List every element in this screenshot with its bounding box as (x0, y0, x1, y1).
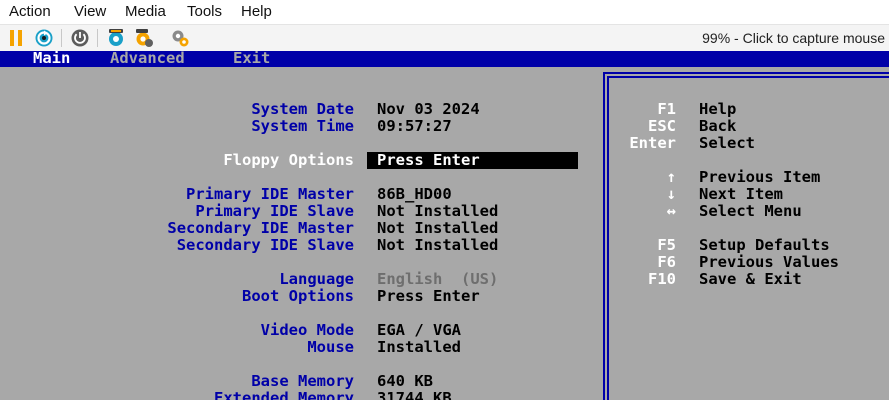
menu-view[interactable]: View (74, 3, 106, 21)
help-key-up-arrow-icon: ↑ (666, 168, 676, 186)
toolbar-separator (97, 29, 98, 47)
help-desc-setup-defaults: Setup Defaults (699, 236, 830, 254)
field-label-base-memory: Base Memory (251, 372, 354, 390)
field-value-boot-options[interactable]: Press Enter (377, 288, 480, 305)
toolbar-separator (61, 29, 62, 47)
field-label-primary-ide-master: Primary IDE Master (186, 185, 354, 203)
field-label-primary-ide-slave: Primary IDE Slave (195, 202, 354, 220)
field-label-secondary-ide-slave: Secondary IDE Slave (176, 236, 354, 254)
help-desc-next-item: Next Item (699, 185, 783, 203)
field-value-secondary-ide-slave[interactable]: Not Installed (377, 237, 498, 254)
field-value-extended-memory: 31744 KB (377, 389, 452, 400)
field-label-mouse: Mouse (307, 338, 354, 356)
field-value-primary-ide-slave[interactable]: Not Installed (377, 203, 498, 220)
help-key-f6: F6 (657, 253, 676, 271)
help-key-esc: ESC (648, 117, 676, 135)
help-key-f1: F1 (657, 100, 676, 118)
menu-action[interactable]: Action (9, 3, 51, 21)
pause-icon[interactable] (6, 28, 26, 48)
help-key-enter: Enter (629, 134, 676, 152)
field-label-boot-options: Boot Options (242, 287, 354, 305)
reset-icon[interactable] (34, 28, 54, 48)
field-label-system-date: System Date (251, 100, 354, 118)
field-label-secondary-ide-master: Secondary IDE Master (167, 219, 354, 237)
field-value-video-mode[interactable]: EGA / VGA (377, 322, 461, 339)
field-label-extended-memory: Extended Memory (214, 389, 354, 400)
help-desc-select: Select (699, 134, 755, 152)
field-value-system-time[interactable]: 09:57:27 (377, 118, 452, 135)
field-value-language: English (US) (377, 270, 499, 288)
field-label-floppy-options: Floppy Options (223, 151, 354, 169)
help-key-left-right-arrow-icon: ↔ (666, 202, 676, 220)
bios-screen[interactable]: Main Advanced Exit System Date System Ti… (0, 51, 889, 400)
help-desc-help: Help (699, 100, 737, 118)
field-label-language: Language (279, 270, 354, 288)
bios-tab-main[interactable]: Main (33, 51, 70, 66)
host-toolbar: 99% - Click to capture mouse (0, 24, 889, 51)
field-value-primary-ide-master[interactable]: 86B_HD00 (377, 186, 452, 203)
help-key-f5: F5 (657, 236, 676, 254)
bios-tab-advanced[interactable]: Advanced (110, 51, 185, 66)
menu-tools[interactable]: Tools (187, 3, 222, 21)
settings-icon[interactable] (106, 28, 126, 48)
help-desc-previous-values: Previous Values (699, 253, 839, 271)
bios-menu-bar: Main Advanced Exit (0, 51, 889, 67)
field-value-system-date[interactable]: Nov 03 2024 (377, 101, 480, 118)
host-menubar: Action View Media Tools Help (0, 0, 889, 24)
help-key-f10: F10 (648, 270, 676, 288)
bios-tab-exit[interactable]: Exit (233, 51, 270, 66)
field-value-mouse[interactable]: Installed (377, 339, 461, 356)
help-desc-select-menu: Select Menu (699, 202, 802, 220)
field-value-secondary-ide-master[interactable]: Not Installed (377, 220, 498, 237)
field-value-base-memory: 640 KB (377, 372, 433, 390)
capture-mouse-status[interactable]: 99% - Click to capture mouse (702, 30, 885, 46)
help-desc-back: Back (699, 117, 737, 135)
field-value-floppy-options[interactable]: Press Enter (367, 152, 578, 169)
menu-media[interactable]: Media (125, 3, 166, 21)
help-desc-save-exit: Save & Exit (699, 270, 802, 288)
field-label-system-time: System Time (251, 117, 354, 135)
field-label-video-mode: Video Mode (260, 321, 354, 339)
settings-gear-icon[interactable] (170, 28, 190, 48)
menu-help[interactable]: Help (241, 3, 272, 21)
help-key-down-arrow-icon: ↓ (666, 185, 676, 203)
power-icon[interactable] (70, 28, 90, 48)
settings-alt-icon[interactable] (134, 28, 154, 48)
help-desc-previous-item: Previous Item (699, 168, 821, 186)
